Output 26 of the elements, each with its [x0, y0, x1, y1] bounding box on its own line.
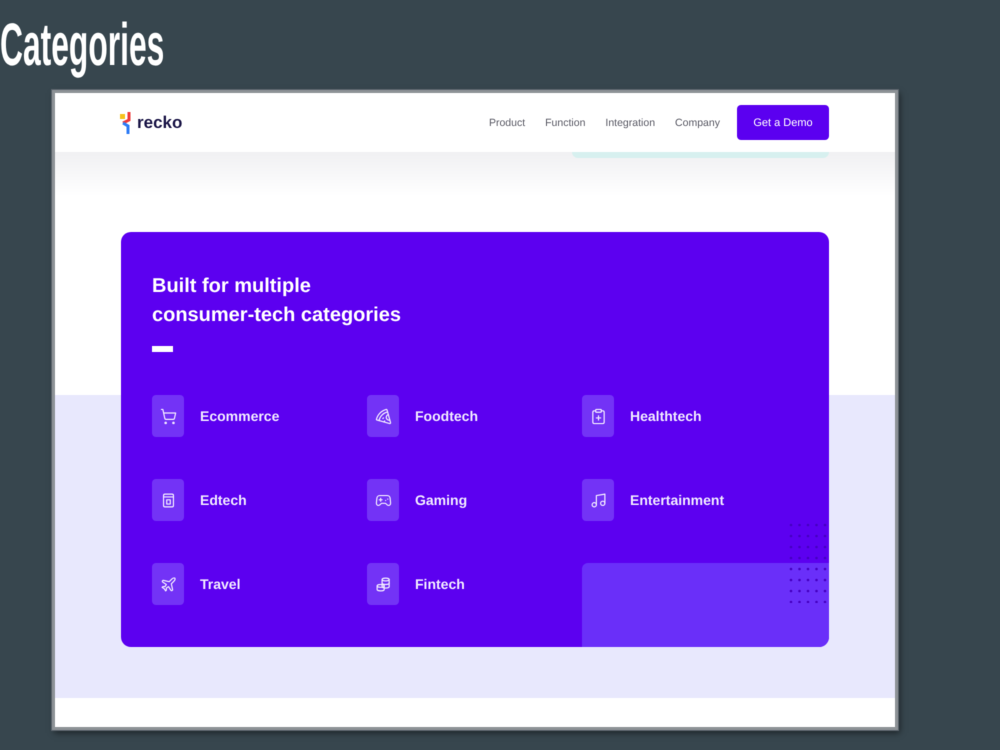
cart-icon — [152, 395, 184, 437]
clipboard-plus-icon — [582, 395, 614, 437]
coin-stack-icon — [367, 563, 399, 605]
music-note-icon — [582, 479, 614, 521]
category-label: Gaming — [415, 492, 468, 508]
category-label: Healthtech — [630, 408, 702, 424]
logo-link[interactable]: recko — [120, 112, 182, 134]
demo-button[interactable]: Get a Demo — [737, 105, 829, 140]
category-label: Edtech — [200, 492, 247, 508]
pizza-slice-icon — [367, 395, 399, 437]
category-label: Ecommerce — [200, 408, 280, 424]
page-title: Categories — [0, 14, 164, 76]
category-label: Entertainment — [630, 492, 724, 508]
plane-icon — [152, 563, 184, 605]
nav-link[interactable]: Company — [675, 116, 720, 128]
category-label: Foodtech — [415, 408, 478, 424]
notebook-icon — [152, 479, 184, 521]
section-heading: Built for multiple consumer-tech categories — [152, 274, 402, 328]
gamepad-icon — [367, 479, 399, 521]
category-label: Fintech — [415, 576, 465, 592]
nav-link[interactable]: Function — [545, 116, 586, 128]
category-label: Travel — [200, 576, 240, 592]
logo-icon — [120, 112, 131, 134]
heading-underline — [152, 346, 173, 352]
nav-link[interactable]: Product — [488, 116, 526, 128]
nav-link[interactable]: Integration — [605, 116, 656, 128]
